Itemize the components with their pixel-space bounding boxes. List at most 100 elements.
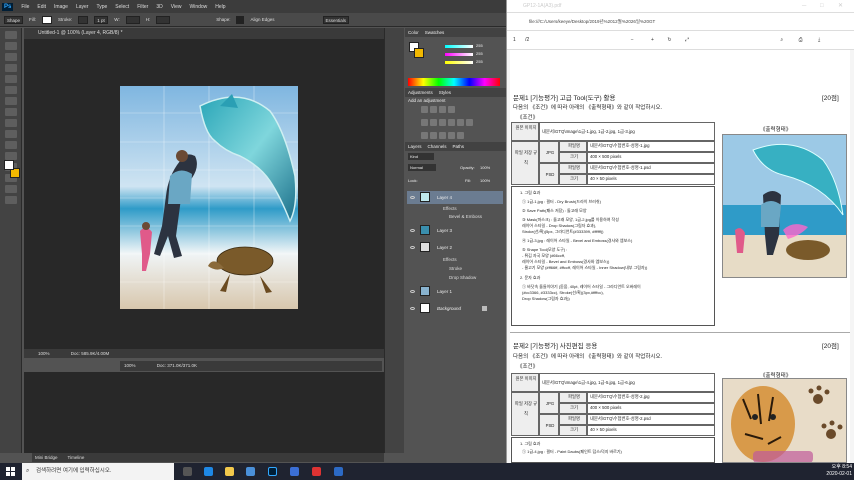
pdf-tab-title[interactable]: GP12-1A(A3).pdf [523,3,561,9]
visibility-eye-icon[interactable] [410,229,415,232]
menu-3d[interactable]: 3D [156,4,162,10]
brush-tool-icon[interactable] [4,108,17,116]
tab-mini-bridge[interactable]: Mini Bridge [35,453,58,462]
app-icon[interactable] [290,467,299,476]
quick-select-tool-icon[interactable] [4,64,17,72]
crop-tool-icon[interactable] [4,75,17,83]
windows-start-icon[interactable] [6,467,15,476]
opacity-input[interactable]: 100% [480,165,490,170]
shape-tool-icon[interactable] [4,185,17,193]
color-spectrum[interactable] [408,78,500,86]
visibility-eye-icon[interactable] [410,290,415,293]
menu-edit[interactable]: Edit [37,4,46,10]
address-bar[interactable]: file:///C:/Users/keeye/Desktop/2019년%201… [507,13,854,31]
height-input[interactable] [156,15,171,24]
curves-icon[interactable] [439,106,446,113]
tab-adjustments[interactable]: Adjustments [408,88,433,97]
eyedropper-tool-icon[interactable] [4,86,17,94]
second-document-bar[interactable]: 100% Doc: 371.0K/371.0K [120,361,382,371]
move-tool-icon[interactable] [4,31,17,39]
visibility-eye-icon[interactable] [410,307,415,310]
tab-channels[interactable]: Channels [428,142,447,151]
menu-filter[interactable]: Filter [137,4,148,10]
menu-window[interactable]: Window [189,4,207,10]
hue-sat-icon[interactable] [430,119,437,126]
close-icon[interactable]: ✕ [838,0,843,13]
effect-bevel-emboss[interactable]: Bevel & Emboss [407,212,503,221]
maximize-icon[interactable]: □ [820,0,824,13]
store-icon[interactable] [246,467,255,476]
selective-color-icon[interactable] [457,132,464,139]
fill-swatch[interactable] [42,15,53,24]
page-number-input[interactable]: 1 [513,37,516,43]
menu-file[interactable]: File [21,4,29,10]
photo-filter-icon[interactable] [457,119,464,126]
menu-type[interactable]: Type [96,4,107,10]
align-edges-checkbox[interactable]: Align Edges [250,17,274,22]
blue-value[interactable]: 255 [476,59,483,64]
hand-tool-icon[interactable] [4,196,17,204]
tab-layers[interactable]: Layers [408,142,422,151]
vibrance-icon[interactable] [421,119,428,126]
blue-slider[interactable] [445,61,473,64]
pdf-tab[interactable]: GP12-1A(A3).pdf ─ □ ✕ [507,0,854,13]
color-balance-icon[interactable] [439,119,446,126]
red-slider[interactable] [445,45,473,48]
stroke-width-input[interactable]: 1 pt [94,15,109,24]
shape-mode-select[interactable]: Shape [4,15,24,24]
effect-drop-shadow[interactable]: Drop Shadow [407,273,503,282]
healing-tool-icon[interactable] [4,97,17,105]
bw-icon[interactable] [448,119,455,126]
menu-view[interactable]: View [171,4,182,10]
rotate-icon[interactable]: ↻ [667,37,671,43]
task-view-icon[interactable] [183,467,192,476]
shape-picker[interactable] [236,15,245,24]
menu-help[interactable]: Help [215,4,225,10]
menu-image[interactable]: Image [54,4,68,10]
gradient-map-icon[interactable] [448,132,455,139]
width-input[interactable] [125,15,140,24]
zoom-readout[interactable]: 100% [38,351,50,356]
invert-icon[interactable] [421,132,428,139]
tab-paths[interactable]: Paths [453,142,465,151]
mixer-icon[interactable] [466,119,473,126]
workspace-select[interactable]: Essentials [322,15,350,24]
marquee-tool-icon[interactable] [4,42,17,50]
print-icon[interactable]: ⎙ [799,37,803,43]
zoom-in-icon[interactable]: + [651,37,654,43]
search-icon[interactable]: ⌕ [780,37,783,43]
fill-input[interactable]: 100% [480,178,490,183]
fit-page-icon[interactable]: ⤢ [685,37,689,43]
foreground-color-swatch[interactable] [4,160,14,170]
red-value[interactable]: 255 [476,43,483,48]
canvas[interactable] [120,86,298,309]
document-tab[interactable]: Untitled-1 @ 100% (Layer 4, RGB/8) * [24,28,384,39]
address-url[interactable]: file:///C:/Users/keeye/Desktop/2019년%201… [529,19,655,24]
posterize-icon[interactable] [430,132,437,139]
edge-pdf-icon[interactable] [334,467,343,476]
photoshop-app-icon[interactable] [268,467,277,476]
menu-layer[interactable]: Layer [76,4,89,10]
file-explorer-icon[interactable] [225,467,234,476]
stamp-tool-icon[interactable] [4,119,17,127]
save-icon[interactable]: ⤓ [818,37,820,43]
blend-mode-select[interactable]: Normal [408,164,436,171]
green-value[interactable]: 255 [476,51,483,56]
minimize-icon[interactable]: ─ [802,0,806,13]
tab-color[interactable]: Color [408,28,419,37]
taskbar-search-input[interactable]: ⌕ 검색하려면 여기에 입력하십시오. [22,463,174,480]
visibility-eye-icon[interactable] [410,246,415,249]
effect-stroke[interactable]: Stroke [407,264,503,273]
zoom-out-icon[interactable]: − [631,37,634,43]
taskbar-clock[interactable]: 오후 8:54 2020-02-01 [798,464,852,479]
levels-icon[interactable] [430,106,437,113]
tab-timeline[interactable]: Timeline [68,453,85,462]
color-bg-swatch[interactable] [414,48,424,58]
brightness-icon[interactable] [421,106,428,113]
app-icon-2[interactable] [312,467,321,476]
threshold-icon[interactable] [439,132,446,139]
green-slider[interactable] [445,53,473,56]
lasso-tool-icon[interactable] [4,53,17,61]
visibility-eye-icon[interactable] [410,196,415,199]
exposure-icon[interactable] [448,106,455,113]
